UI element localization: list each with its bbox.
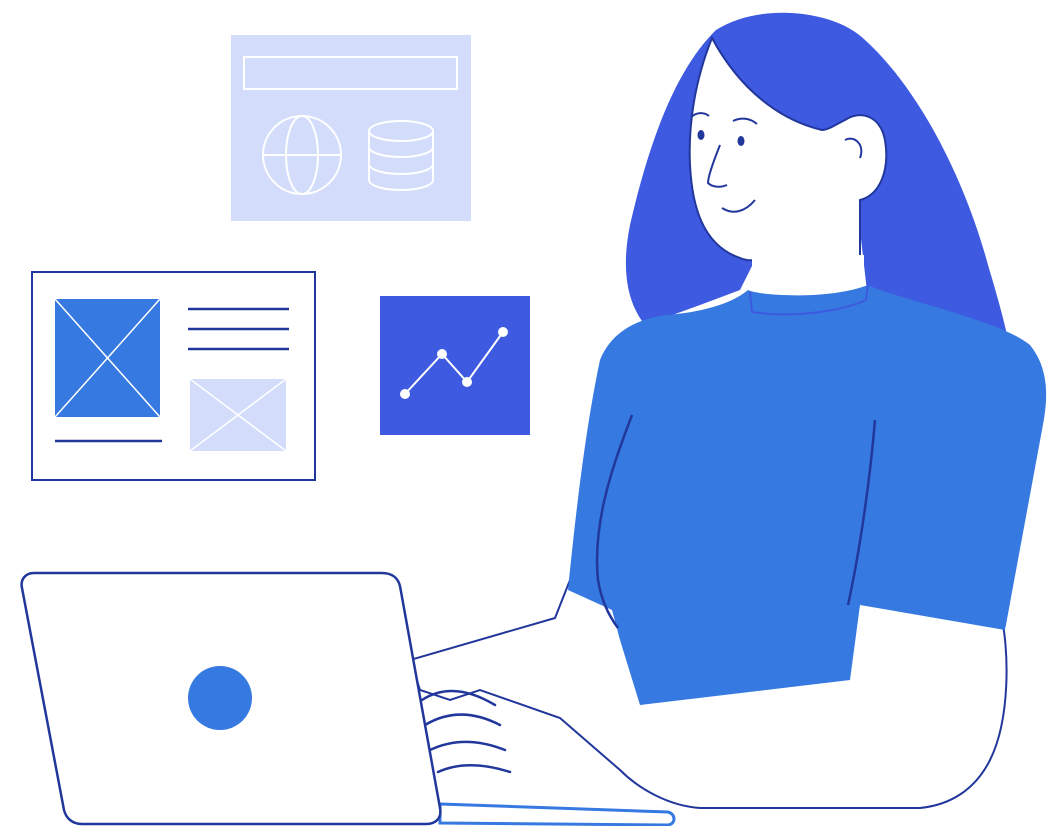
left-eye [697, 130, 705, 140]
laptop-logo [188, 666, 252, 730]
image-placeholder-icon [54, 298, 161, 418]
image-placeholder-small-icon [189, 378, 287, 452]
right-eye [737, 136, 745, 146]
laptop-base [438, 802, 676, 826]
trend-chart-card-bg [380, 296, 530, 435]
hand-fingers [420, 689, 512, 774]
layout-wireframe-card [31, 271, 316, 481]
trend-chart-card [380, 296, 530, 435]
illustration-canvas [20, 12, 1047, 826]
web-database-card [231, 35, 471, 221]
web-database-card-bg [231, 35, 471, 221]
